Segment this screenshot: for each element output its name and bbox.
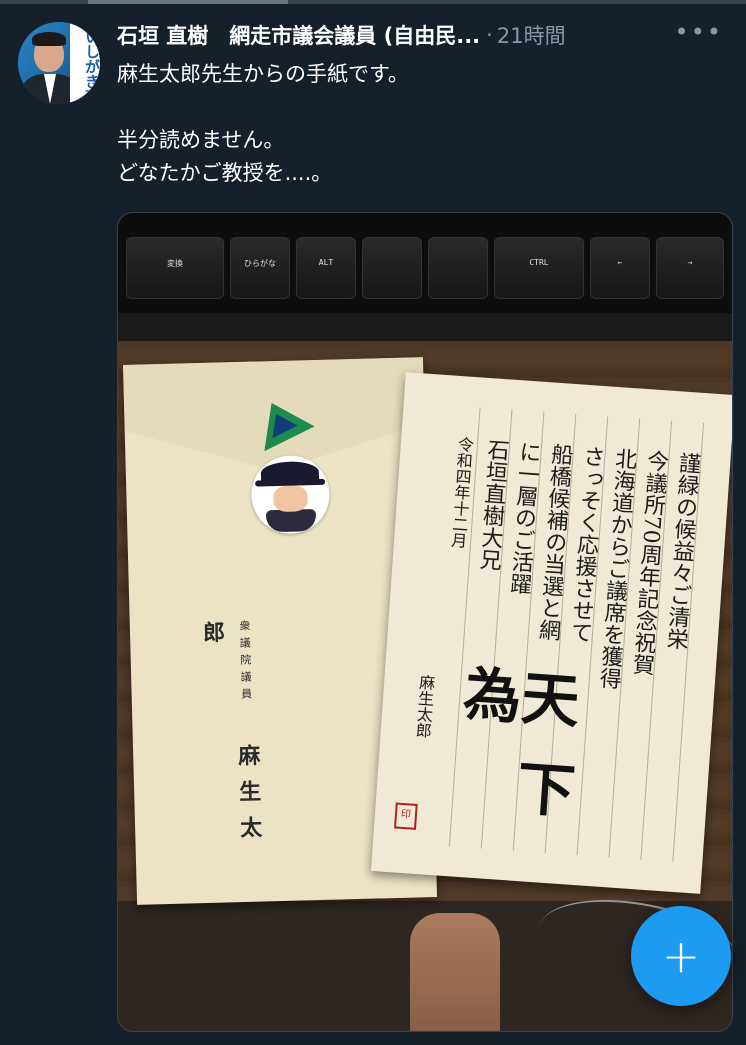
- avatar-banner-text: いしがき直: [70, 22, 100, 104]
- keyboard-key: ←: [590, 237, 650, 299]
- keyboard-key: ALT: [296, 237, 356, 299]
- keyboard-key: →: [656, 237, 724, 299]
- envelope-sender: 衆議院議員 麻生太郎: [198, 619, 266, 861]
- envelope-title: 衆議院議員: [237, 619, 253, 706]
- letter-large-calligraphy: 為天: [461, 659, 582, 736]
- letter-column: に一層のご活躍を: [504, 439, 542, 596]
- keyboard-key: CTRL: [494, 237, 584, 299]
- header-separator: ·: [486, 23, 493, 47]
- envelope-signature: 麻生太郎: [198, 620, 263, 853]
- photo-foot: [410, 913, 500, 1031]
- author-avatar[interactable]: いしがき直: [18, 22, 100, 104]
- timeline-divider: [0, 0, 746, 4]
- tweet-timestamp[interactable]: 21時間: [497, 20, 566, 50]
- caricature-sticker: [250, 454, 331, 535]
- author-name[interactable]: 石垣 直樹 網走市議会議員 (自由民...: [117, 20, 480, 50]
- compose-tweet-button[interactable]: +: [631, 906, 731, 1006]
- letter-large-calligraphy: 下: [514, 753, 578, 826]
- more-options-icon[interactable]: •••: [675, 18, 723, 46]
- tweet-text-line: どなたかご教授を....。: [117, 161, 333, 185]
- photo-keyboard: 変換 ひらがな ALT CTRL ← →: [118, 213, 732, 343]
- keyboard-key: [428, 237, 488, 299]
- seal-stamp: 印: [393, 802, 418, 830]
- tweet-text-line: 麻生太郎先生からの手紙です。: [117, 62, 409, 86]
- tweet-photo[interactable]: 変換 ひらがな ALT CTRL ← → 衆議院議員 麻生太郎 謹緑の候益々ご清: [117, 212, 733, 1032]
- tweet-text-line: 半分読めません。: [117, 128, 285, 152]
- keyboard-key: 変換: [126, 237, 224, 299]
- keyboard-key: ひらがな: [230, 237, 290, 299]
- letter-signature: 麻生太郎: [412, 673, 436, 739]
- letter-column: 石垣直樹大兄: [475, 437, 510, 572]
- tweet-text: 麻生太郎先生からの手紙です。 半分読めません。 どなたかご教授を....。: [117, 58, 717, 190]
- photo-letter: 謹緑の候益々ご清栄 今議所70周年記念祝賀 北海道からご議席を獲得 さっそく応援…: [370, 372, 732, 894]
- keyboard-key: [362, 237, 422, 299]
- tweet-header: 石垣 直樹 網走市議会議員 (自由民... · 21時間 •••: [117, 18, 737, 52]
